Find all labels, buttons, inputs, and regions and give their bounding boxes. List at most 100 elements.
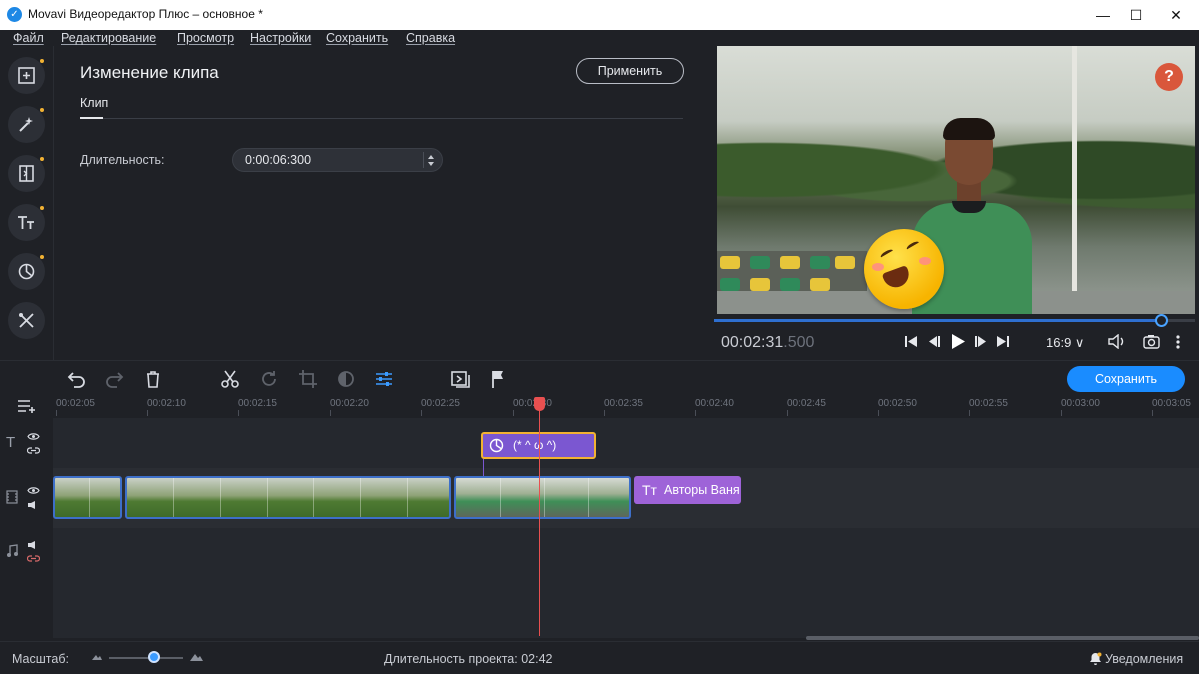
menu-help[interactable]: Справка (406, 31, 455, 45)
preview-seat (810, 278, 830, 291)
title-clip[interactable]: Tт Авторы Ваня (634, 476, 741, 504)
import-icon (18, 67, 35, 84)
import-button[interactable] (8, 57, 45, 94)
current-timecode: 00:02:31.500 (721, 334, 814, 352)
notification-dot (40, 255, 44, 259)
timeline-horizontal-scrollbar[interactable] (806, 636, 1199, 640)
clip-properties-panel: Изменение клипа Применить Клип Длительно… (53, 46, 714, 360)
notification-dot (40, 206, 44, 210)
preview-seat (780, 278, 800, 291)
ruler-tick (330, 410, 331, 416)
tab-clip[interactable]: Клип (80, 96, 108, 110)
preview-seat (720, 278, 740, 291)
ruler-tick (421, 410, 422, 416)
close-window-button[interactable]: ✕ (1153, 0, 1199, 30)
title-clip-label: Авторы Ваня (664, 483, 740, 497)
zoom-out-icon[interactable] (91, 652, 103, 662)
zoom-slider-handle[interactable] (148, 651, 160, 663)
color-adjust-icon[interactable] (336, 369, 356, 389)
volume-icon[interactable] (1108, 334, 1126, 349)
stickers-button[interactable] (8, 253, 45, 290)
playhead-handle[interactable] (534, 397, 545, 411)
previous-frame-icon[interactable] (927, 335, 941, 348)
video-clip[interactable] (53, 476, 122, 519)
menu-edit[interactable]: Редактирование (61, 31, 156, 45)
clip-frame-divider (407, 478, 408, 517)
video-preview[interactable]: ? (717, 46, 1195, 314)
aspect-ratio-select[interactable]: 16:9 ∨ (1046, 335, 1084, 351)
ruler-label: 00:02:25 (421, 398, 460, 409)
emoji-eye (905, 239, 921, 253)
laughing-emoji-sticker[interactable] (864, 229, 944, 309)
timeline-ruler[interactable]: 00:02:05 00:02:10 00:02:15 00:02:20 00:0… (53, 396, 1199, 418)
stepper-up-icon[interactable] (428, 155, 434, 159)
zoom-in-icon[interactable] (189, 652, 204, 662)
ruler-tick (787, 410, 788, 416)
add-track-icon[interactable] (17, 398, 37, 414)
transitions-button[interactable] (8, 155, 45, 192)
menu-settings[interactable]: Настройки (250, 31, 311, 45)
redo-icon[interactable] (105, 369, 125, 389)
duration-field[interactable]: 0:00:06:300 (232, 148, 443, 172)
playback-scrubber-handle[interactable] (1155, 314, 1168, 327)
crop-icon[interactable] (298, 369, 318, 389)
clip-frame-divider (173, 478, 174, 517)
visibility-eye-icon[interactable] (27, 432, 40, 441)
zoom-slider-track[interactable] (109, 657, 183, 659)
next-frame-icon[interactable] (974, 335, 988, 348)
play-icon[interactable] (950, 333, 966, 350)
filters-button[interactable] (8, 106, 45, 143)
preview-seat (720, 256, 740, 269)
overlay-track[interactable] (53, 420, 1199, 468)
movavi-logo-icon: ✓ (7, 7, 22, 22)
link-icon[interactable] (27, 446, 40, 455)
rotate-icon[interactable] (259, 369, 279, 389)
preview-seat (750, 256, 770, 269)
menu-view[interactable]: Просмотр (177, 31, 234, 45)
stepper-down-icon[interactable] (428, 162, 434, 166)
snapshot-icon[interactable] (1143, 334, 1160, 349)
add-track-button[interactable] (0, 396, 53, 418)
cut-icon[interactable] (220, 369, 240, 389)
ruler-label: 00:02:55 (969, 398, 1008, 409)
clip-frame-divider (313, 478, 314, 517)
playhead-line[interactable] (539, 408, 540, 636)
ruler-label: 00:02:35 (604, 398, 643, 409)
selected-video-clip[interactable] (454, 476, 631, 519)
notification-dot (40, 108, 44, 112)
save-button[interactable]: Сохранить (1067, 366, 1185, 392)
delete-icon[interactable] (144, 369, 162, 389)
skip-to-start-icon[interactable] (904, 335, 918, 348)
video-clip[interactable] (125, 476, 451, 519)
export-frame-icon[interactable] (451, 369, 471, 389)
timeline-toolbar (0, 360, 1199, 396)
more-tools-button[interactable] (8, 302, 45, 339)
track-volume-icon[interactable] (27, 540, 39, 550)
bell-icon[interactable] (1089, 652, 1102, 665)
more-options-icon[interactable] (1175, 334, 1181, 350)
skip-to-end-icon[interactable] (996, 335, 1010, 348)
clip-properties-icon[interactable] (374, 369, 394, 389)
marker-flag-icon[interactable] (490, 369, 506, 389)
visibility-eye-icon[interactable] (27, 486, 40, 495)
duration-stepper[interactable] (423, 152, 437, 168)
panel-title: Изменение клипа (80, 63, 219, 82)
ruler-tick (56, 410, 57, 416)
menu-save[interactable]: Сохранить (326, 31, 388, 45)
link-icon[interactable] (27, 554, 40, 563)
help-button[interactable]: ? (1155, 63, 1183, 91)
playback-progress[interactable] (714, 319, 1161, 322)
left-toolbar (0, 46, 53, 360)
clip-frame-divider (89, 478, 90, 517)
ruler-tick (969, 410, 970, 416)
menu-file[interactable]: Файл (13, 31, 44, 45)
ruler-tick (513, 410, 514, 416)
audio-track[interactable] (53, 528, 1199, 638)
apply-button[interactable]: Применить (576, 58, 684, 84)
titles-button[interactable] (8, 204, 45, 241)
undo-icon[interactable] (66, 369, 86, 389)
ruler-label: 00:02:15 (238, 398, 277, 409)
notifications-button[interactable]: Уведомления (1105, 652, 1183, 666)
track-volume-icon[interactable] (27, 500, 39, 510)
preview-seat (810, 256, 830, 269)
